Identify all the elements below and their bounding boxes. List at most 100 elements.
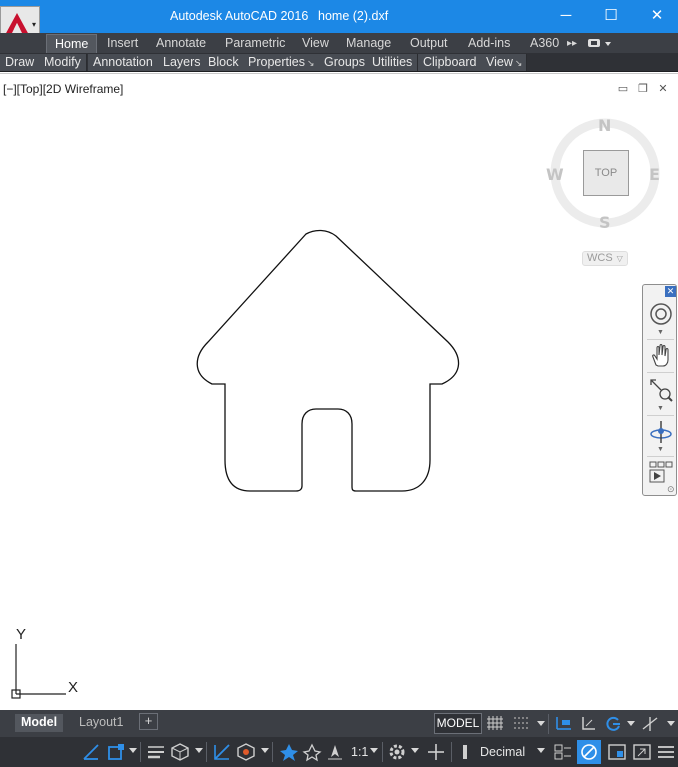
tab-annotate[interactable]: Annotate [156,36,206,50]
units-icon [463,745,467,759]
3d-object-snap-icon[interactable] [170,742,190,762]
tab-a360[interactable]: A360 [530,36,559,50]
panel-block[interactable]: Block [203,54,245,71]
chevron-down-icon[interactable]: ▼ [657,405,664,412]
tab-add-ins[interactable]: Add-ins [468,36,510,50]
ribbon-tab-bar: Home Insert Annotate Parametric View Man… [0,33,678,53]
auto-scale-icon[interactable] [302,742,322,762]
chevron-down-icon[interactable] [667,721,675,726]
maximize-button[interactable]: ☐ [598,5,624,27]
compass-north[interactable]: N [598,116,611,135]
panel-label: View [486,55,513,69]
tab-output[interactable]: Output [410,36,448,50]
customize-icon[interactable]: ⊙ [667,484,675,495]
panel-groups[interactable]: Groups [319,54,371,71]
showmotion-icon[interactable] [648,460,674,486]
quick-properties-icon[interactable] [553,742,573,762]
panel-view[interactable]: View ↘ [481,54,527,71]
chevron-down-icon[interactable] [129,748,137,753]
layout-tab-bar: Model Layout1 + MODEL [0,710,678,737]
file-name: home (2).dxf [318,9,389,23]
chevron-down-icon[interactable]: ▼ [657,446,664,453]
panel-modify[interactable]: Modify [39,54,87,71]
tab-view[interactable]: View [302,36,329,50]
navigation-bar: ✕ ▼ ▼ ▼ ⊙ [642,284,677,496]
compass-east[interactable]: E [649,165,660,184]
model-space-button[interactable]: MODEL [434,713,482,734]
panel-layers[interactable]: Layers [158,54,207,71]
compass-south[interactable]: S [599,213,611,232]
tab-home[interactable]: Home [46,34,98,53]
object-snap-tracking-icon[interactable] [81,742,101,762]
isometric-drafting-icon[interactable] [641,715,659,732]
chevron-down-icon[interactable] [627,721,635,726]
dialog-launcher-icon: ↘ [514,58,523,68]
isolate-objects-icon[interactable] [577,740,601,764]
panel-label: Annotation [93,55,153,69]
panel-label: Block [208,55,239,69]
chevron-down-icon[interactable] [195,748,203,753]
chevron-down-icon[interactable] [370,748,378,753]
dynamic-ucs-icon[interactable] [212,742,232,762]
chevron-down-icon[interactable] [537,748,545,753]
annotation-scale-value[interactable]: 1:1 [351,745,368,759]
viewcube[interactable]: N S E W TOP [546,116,660,232]
featured-apps-icon[interactable] [587,38,613,49]
clean-screen-icon[interactable] [632,742,652,762]
close-button[interactable]: ✕ [644,5,670,27]
ortho-mode-icon[interactable] [580,715,598,731]
viewport-minimize-icon[interactable]: ▭ [617,84,629,96]
panel-properties[interactable]: Properties ↘ [243,54,321,71]
plus-icon[interactable] [426,742,446,762]
chevron-down-icon[interactable] [261,748,269,753]
app-title: Autodesk AutoCAD 2016 [170,9,309,23]
selection-filter-icon[interactable] [236,742,256,762]
minimize-button[interactable]: ─ [553,5,579,27]
tab-insert[interactable]: Insert [107,36,138,50]
tab-model[interactable]: Model [15,714,64,732]
viewport-restore-icon[interactable]: ❐ [637,84,649,96]
add-layout-button[interactable]: + [139,713,158,730]
panel-utilities[interactable]: Utilities [367,54,419,71]
annotation-visibility-icon[interactable] [279,742,299,762]
close-icon[interactable]: ✕ [665,286,676,297]
panel-label: Draw [5,55,35,69]
house-drawing[interactable] [190,224,470,499]
hamburger-menu-icon[interactable] [656,742,676,762]
more-tabs-button[interactable]: ▸▸ [567,38,577,49]
panel-label: Layers [163,55,201,69]
status-bar: 1:1 Decimal [0,737,678,767]
pan-hand-icon[interactable] [648,343,674,369]
panel-draw[interactable]: Draw [0,54,41,71]
panel-clipboard[interactable]: Clipboard [418,54,483,71]
panel-label: Utilities [372,55,413,69]
hardware-acceleration-icon[interactable] [607,742,627,762]
tab-layout1[interactable]: Layout1 [73,714,129,732]
drawing-viewport[interactable]: [−][Top][2D Wireframe] ▭ ❐ ✕ N S E W TOP… [0,73,678,710]
chevron-down-icon: ▾ [31,20,36,29]
viewport-close-icon[interactable]: ✕ [657,84,669,96]
tab-manage[interactable]: Manage [346,36,391,50]
polar-tracking-icon[interactable] [604,715,622,732]
panel-annotation[interactable]: Annotation [88,54,159,71]
wcs-label: WCS [587,252,613,264]
snap-icon[interactable] [513,716,529,730]
compass-west[interactable]: W [546,165,564,184]
chevron-down-icon[interactable] [537,721,545,726]
orbit-icon[interactable] [648,419,674,445]
chevron-down-icon[interactable]: ▼ [657,329,664,336]
gear-icon[interactable] [387,742,407,762]
chevron-down-icon[interactable] [411,748,419,753]
units-value[interactable]: Decimal [480,745,525,759]
wcs-menu[interactable]: WCS ▽ [582,251,628,266]
zoom-extents-icon[interactable] [648,377,674,403]
viewcube-top-face[interactable]: TOP [583,150,629,196]
dynamic-input-icon[interactable] [555,715,573,731]
object-snap-icon[interactable] [106,742,126,762]
tab-parametric[interactable]: Parametric [225,36,285,50]
steering-wheel-icon[interactable] [648,301,674,327]
annotation-scale-icon[interactable] [325,742,345,762]
grid-icon[interactable] [487,716,503,730]
lineweight-icon[interactable] [146,742,166,762]
viewport-controls-label[interactable]: [−][Top][2D Wireframe] [3,82,123,96]
